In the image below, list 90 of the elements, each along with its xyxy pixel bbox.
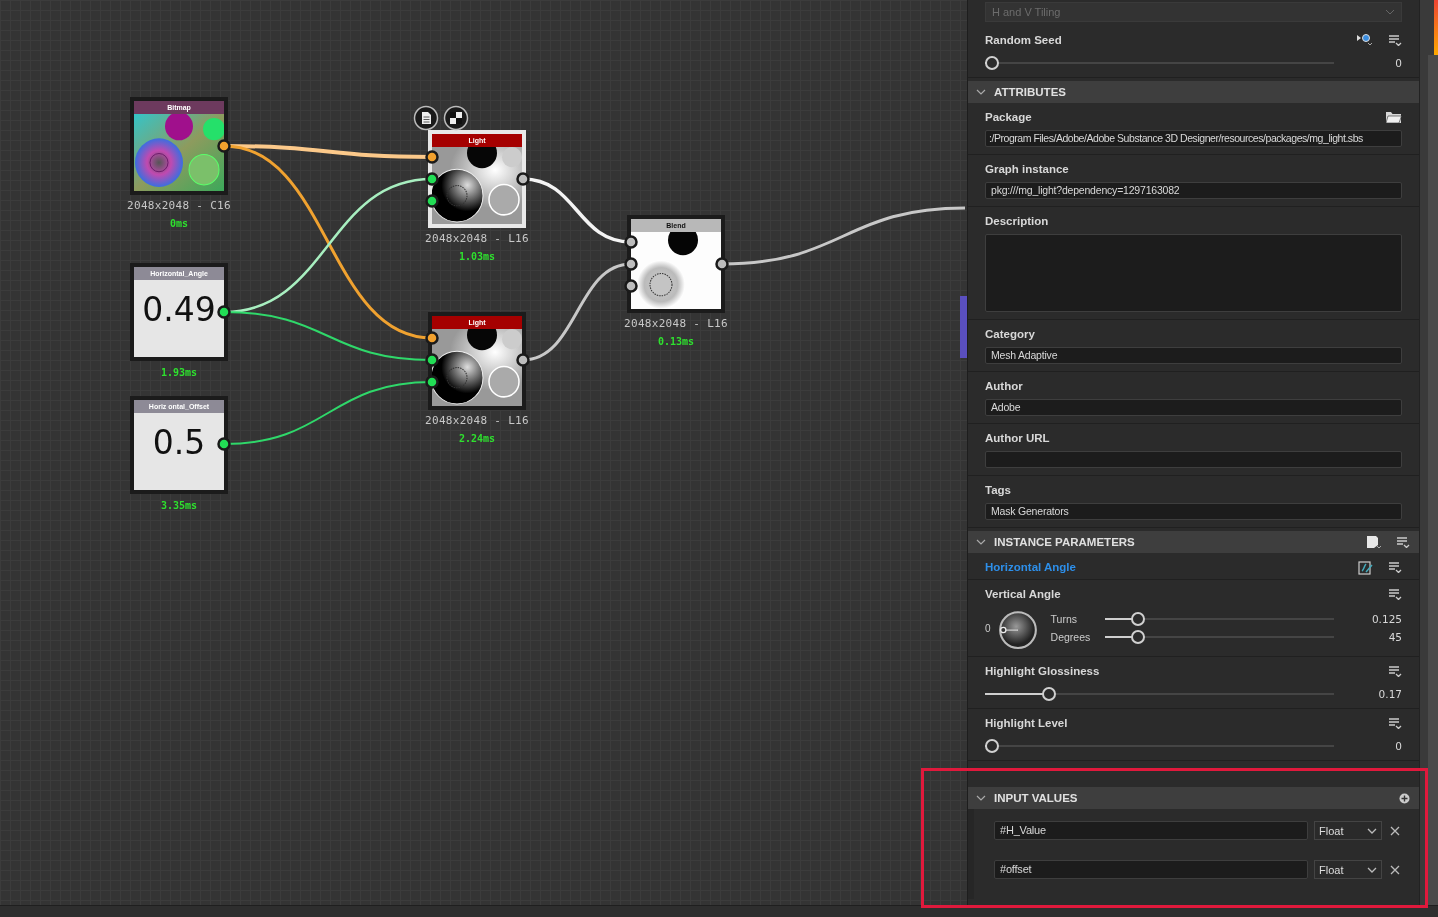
node-timing: 1.03ms bbox=[457, 251, 497, 262]
input-port[interactable] bbox=[425, 172, 439, 186]
input-port[interactable] bbox=[425, 353, 439, 367]
input-port[interactable] bbox=[425, 194, 439, 208]
field-label: Description bbox=[985, 215, 1049, 227]
checker-icon[interactable] bbox=[443, 105, 469, 131]
add-icon[interactable] bbox=[1399, 792, 1410, 804]
node-resolution: 2048x2048 - C16 bbox=[126, 199, 232, 213]
options-menu-icon[interactable] bbox=[1396, 536, 1410, 548]
slider-value: 0 bbox=[1394, 740, 1402, 752]
chevron-icon[interactable] bbox=[976, 88, 986, 96]
unit-label: Degrees bbox=[1050, 631, 1092, 643]
folder-icon[interactable] bbox=[1385, 110, 1402, 124]
input-name-field[interactable]: #offset bbox=[994, 860, 1308, 879]
scrollbar[interactable] bbox=[1428, 55, 1438, 905]
type-dropdown[interactable]: Float bbox=[1314, 821, 1382, 840]
input-port[interactable] bbox=[425, 375, 439, 389]
field-label: Author URL bbox=[985, 432, 1050, 444]
text-field[interactable]: Adobe bbox=[985, 399, 1402, 416]
section-header[interactable]: INPUT VALUES bbox=[968, 787, 1419, 809]
options-menu-icon[interactable] bbox=[1388, 588, 1402, 600]
type-dropdown[interactable]: Float bbox=[1314, 860, 1382, 879]
section-title: INSTANCE PARAMETERS bbox=[994, 536, 1136, 548]
options-menu-icon[interactable] bbox=[1388, 34, 1402, 46]
input-port[interactable] bbox=[624, 235, 638, 249]
section-title: ATTRIBUTES bbox=[994, 86, 1067, 98]
unit-label: Turns bbox=[1050, 613, 1078, 625]
output-port[interactable] bbox=[217, 437, 231, 451]
options-menu-icon[interactable] bbox=[1388, 665, 1402, 677]
text-field[interactable]: Mask Generators bbox=[985, 503, 1402, 520]
parameter-label: Random Seed bbox=[985, 34, 1062, 46]
options-menu-icon[interactable] bbox=[1388, 561, 1402, 573]
output-port[interactable] bbox=[516, 172, 530, 186]
slider-value: 0 bbox=[1394, 57, 1402, 69]
text-field[interactable] bbox=[985, 451, 1402, 468]
output-port[interactable] bbox=[516, 353, 530, 367]
input-port[interactable] bbox=[624, 279, 638, 293]
field-label: Package bbox=[985, 111, 1032, 123]
output-port[interactable] bbox=[217, 305, 231, 319]
slider-thumb[interactable] bbox=[985, 739, 999, 753]
node-value: 0.5 bbox=[134, 413, 224, 490]
node-resolution: 2048x2048 - L16 bbox=[623, 317, 729, 331]
node-resolution: 2048x2048 - L16 bbox=[424, 232, 530, 246]
field-label: Author bbox=[985, 380, 1023, 392]
caret-icon bbox=[1367, 827, 1377, 834]
parameter-link[interactable]: Horizontal Angle bbox=[985, 561, 1076, 573]
chevron-icon[interactable] bbox=[976, 538, 986, 546]
text-field[interactable]: :/Program Files/Adobe/Adobe Substance 3D Designer/resources/packages/mg_light.sbs bbox=[985, 130, 1402, 147]
caret-icon bbox=[1385, 9, 1395, 15]
chevron-icon[interactable] bbox=[976, 794, 986, 802]
slider-value: 0.125 bbox=[1370, 613, 1402, 625]
node-timing: 0.13ms bbox=[656, 336, 696, 347]
slider-thumb[interactable] bbox=[1041, 687, 1056, 701]
dial-label: 0 bbox=[985, 622, 991, 634]
section-title: INPUT VALUES bbox=[994, 792, 1079, 804]
slider-thumb[interactable] bbox=[1131, 630, 1146, 644]
text-field[interactable]: Mesh Adaptive bbox=[985, 347, 1402, 364]
input-port[interactable] bbox=[425, 150, 439, 164]
edit-graph-icon[interactable] bbox=[1358, 559, 1374, 575]
input-port[interactable] bbox=[425, 331, 439, 345]
node-resolution: 2048x2048 - L16 bbox=[424, 414, 530, 428]
parameter-label: Highlight Glossiness bbox=[985, 665, 1100, 677]
output-port[interactable] bbox=[217, 139, 231, 153]
section-header[interactable]: ATTRIBUTES bbox=[968, 81, 1419, 103]
field-label: Category bbox=[985, 328, 1035, 340]
pointer-dot-icon[interactable] bbox=[1356, 33, 1374, 47]
options-menu-icon[interactable] bbox=[1388, 717, 1402, 729]
document-icon[interactable] bbox=[413, 105, 439, 131]
field-label: Graph instance bbox=[985, 163, 1069, 175]
section-header[interactable]: INSTANCE PARAMETERS bbox=[968, 531, 1419, 553]
slider-value: 0.17 bbox=[1377, 688, 1402, 700]
text-field[interactable]: pkg:///mg_light?dependency=1297163082 bbox=[985, 182, 1402, 199]
field-label: Tags bbox=[985, 484, 1011, 496]
text-field[interactable] bbox=[985, 234, 1402, 312]
slider-value: 45 bbox=[1387, 631, 1402, 643]
node-timing: 1.93ms bbox=[159, 367, 199, 378]
node-timing: 3.35ms bbox=[159, 500, 199, 511]
slider-thumb[interactable] bbox=[985, 56, 999, 70]
parameter-label: Highlight Level bbox=[985, 717, 1068, 729]
node-timing: 0ms bbox=[168, 218, 190, 229]
node-timing: 2.24ms bbox=[457, 433, 497, 444]
parameter-label: Vertical Angle bbox=[985, 588, 1061, 600]
page-icon[interactable] bbox=[1366, 535, 1382, 549]
slider-thumb[interactable] bbox=[1131, 612, 1146, 626]
caret-icon bbox=[1367, 866, 1377, 873]
input-name-field[interactable]: #H_Value bbox=[994, 821, 1308, 840]
output-port[interactable] bbox=[715, 257, 729, 271]
node-value: 0.49 bbox=[134, 280, 224, 357]
offscreen-node-edge bbox=[960, 296, 967, 358]
input-port[interactable] bbox=[624, 257, 638, 271]
